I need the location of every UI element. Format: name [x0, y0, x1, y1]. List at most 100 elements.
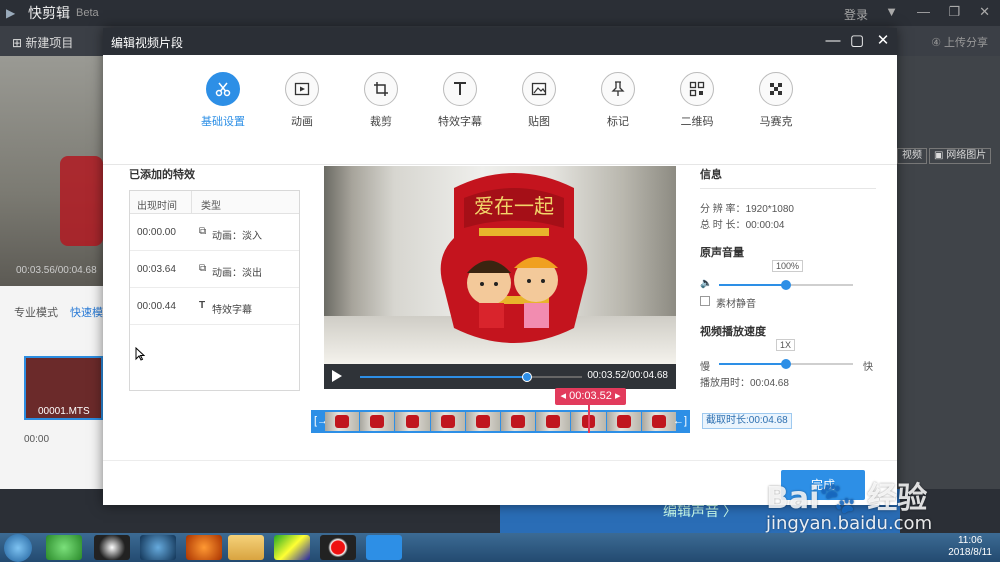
dialog-maximize-icon[interactable]: ▢	[847, 31, 867, 51]
effects-table-header: 出现时间 类型	[130, 191, 299, 214]
bg-right-panel: 视频 ▣ 网络图片	[897, 56, 1000, 489]
mode-pro-tab[interactable]: 专业模式	[14, 304, 58, 320]
volume-title: 原声音量	[700, 247, 744, 259]
video-progress-knob[interactable]	[521, 372, 532, 382]
speed-slider-knob[interactable]	[781, 359, 791, 369]
clock-date: 2018/8/11	[948, 547, 992, 558]
tool-text-effects[interactable]: 特效字幕	[420, 72, 500, 129]
network-image-label: 网络图片	[946, 150, 987, 161]
close-icon[interactable]: ✕	[979, 4, 990, 20]
mode-fast-tab[interactable]: 快速模	[70, 304, 103, 320]
tool-label: 马赛克	[759, 116, 793, 128]
table-row[interactable]: 00:03.64 ⧉ 动画：淡出	[130, 251, 299, 288]
strip-frame	[360, 412, 396, 431]
tool-qrcode[interactable]: 二维码	[657, 72, 737, 129]
effect-time: 00:00.44	[137, 301, 176, 312]
qrcode-icon	[680, 72, 714, 106]
taskbar-folder-icon[interactable]	[228, 535, 264, 560]
info-divider	[700, 188, 876, 189]
mosaic-icon	[759, 72, 793, 106]
taskbar-media-icon[interactable]	[140, 535, 176, 560]
pin-icon	[601, 72, 635, 106]
strip-end-handle-icon[interactable]: ←]	[673, 415, 687, 427]
tool-crop[interactable]: 裁剪	[341, 72, 421, 129]
video-progress-track[interactable]	[360, 372, 582, 382]
current-time-tag[interactable]: ◂ 00:03.52 ▸	[555, 388, 626, 405]
upload-share-button[interactable]: ④ 上传分享	[931, 34, 988, 50]
clock-time: 11:06	[957, 535, 983, 546]
strip-frame	[430, 412, 466, 431]
tool-animation[interactable]: 动画	[262, 72, 342, 129]
effect-type: 动画：淡入	[212, 231, 262, 242]
strip-frame	[501, 412, 537, 431]
header-separator	[191, 191, 192, 214]
taskbar-qq-icon[interactable]	[94, 535, 130, 560]
film-strip[interactable]: [→ ←]	[311, 410, 690, 433]
new-project-button[interactable]: ⊞ 新建项目	[12, 34, 73, 51]
taskbar: 11:06 2018/8/11	[0, 533, 1000, 562]
crop-icon	[364, 72, 398, 106]
strip-frame	[641, 412, 678, 431]
clip-name: 00001.MTS	[38, 406, 90, 417]
mouse-cursor-icon	[135, 347, 145, 361]
strip-frame	[465, 412, 502, 431]
timeline-zero: 00:00	[24, 434, 50, 445]
video-preview[interactable]: 爱在一起	[324, 166, 676, 364]
speed-slider[interactable]	[719, 359, 853, 369]
current-time: 00:03.52	[569, 390, 612, 402]
info-title: 信息	[700, 169, 722, 181]
strip-frame	[395, 412, 431, 431]
mute-checkbox[interactable]	[700, 296, 710, 306]
strip-playhead[interactable]	[588, 403, 590, 433]
volume-slider-knob[interactable]	[781, 280, 791, 290]
video-time: 00:03.52/00:04.68	[587, 370, 668, 381]
taskbar-firefox-icon[interactable]	[186, 535, 222, 560]
new-project-label: 新建项目	[25, 36, 74, 50]
watermark-text: Bai🐾 经验	[766, 481, 928, 516]
watermark-brand-2: 经验	[867, 481, 928, 516]
tool-mark[interactable]: 标记	[578, 72, 658, 129]
dropdown-icon[interactable]: ▼	[885, 4, 898, 19]
animation-icon: ⧉	[199, 226, 207, 237]
table-row[interactable]: 00:00.00 ⧉ 动画：淡入	[130, 214, 299, 251]
col-time-header: 出现时间	[137, 201, 177, 212]
taskbar-record-icon[interactable]	[320, 535, 356, 560]
watermark-brand: Bai	[766, 481, 820, 516]
maximize-icon[interactable]: ❐	[948, 4, 960, 20]
duration-value: 00:00:04	[745, 220, 785, 231]
taskbar-app-icon[interactable]	[274, 535, 310, 560]
login-link[interactable]: 登录	[844, 6, 868, 23]
dialog-close-icon[interactable]: ✕	[873, 31, 893, 51]
app-logo-icon: ▶	[6, 6, 16, 20]
volume-slider[interactable]	[719, 280, 853, 290]
effect-time: 00:03.64	[137, 264, 176, 275]
app-name: 快剪辑	[28, 5, 70, 21]
edit-clip-dialog: 编辑视频片段 — ▢ ✕ 基础设置 动画 裁剪 特效字幕 贴图 标记 二维码 马…	[103, 28, 897, 505]
dialog-minimize-icon[interactable]: —	[823, 31, 843, 51]
bg-video-button[interactable]: 视频	[897, 148, 927, 164]
clock[interactable]: 11:06 2018/8/11	[948, 535, 992, 559]
network-image-button[interactable]: ▣ 网络图片	[929, 148, 992, 164]
speaker-icon[interactable]: 🔈	[700, 278, 712, 289]
effects-table: 出现时间 类型 00:00.00 ⧉ 动画：淡入 00:03.64 ⧉ 动画：淡…	[129, 190, 300, 391]
taskbar-kuaijianji-icon[interactable]	[366, 535, 402, 560]
taskbar-360-icon[interactable]	[46, 535, 82, 560]
play-box-icon	[285, 72, 319, 106]
tool-basic-settings[interactable]: 基础设置	[183, 72, 263, 129]
start-button[interactable]	[4, 534, 32, 562]
tool-sticker[interactable]: 贴图	[499, 72, 579, 129]
watermark: Bai🐾 经验 jingyan.baidu.com	[760, 455, 1000, 540]
effects-title: 已添加的特效	[129, 169, 195, 181]
table-row[interactable]: 00:00.44 T 特效字幕	[130, 288, 299, 325]
strip-frame	[536, 412, 572, 431]
bg-time: 00:03.56/00:04.68	[16, 265, 97, 276]
strip-frame	[606, 412, 642, 431]
tool-row: 基础设置 动画 裁剪 特效字幕 贴图 标记 二维码 马赛克	[103, 55, 897, 165]
tool-label: 裁剪	[370, 116, 392, 128]
mute-label: 素材静音	[716, 299, 756, 310]
play-icon[interactable]	[332, 370, 342, 382]
dialog-title: 编辑视频片段	[111, 36, 184, 50]
duration-row: 总 时 长：00:00:04	[700, 216, 785, 231]
minimize-icon[interactable]: —	[917, 4, 930, 19]
tool-mosaic[interactable]: 马赛克	[736, 72, 816, 129]
